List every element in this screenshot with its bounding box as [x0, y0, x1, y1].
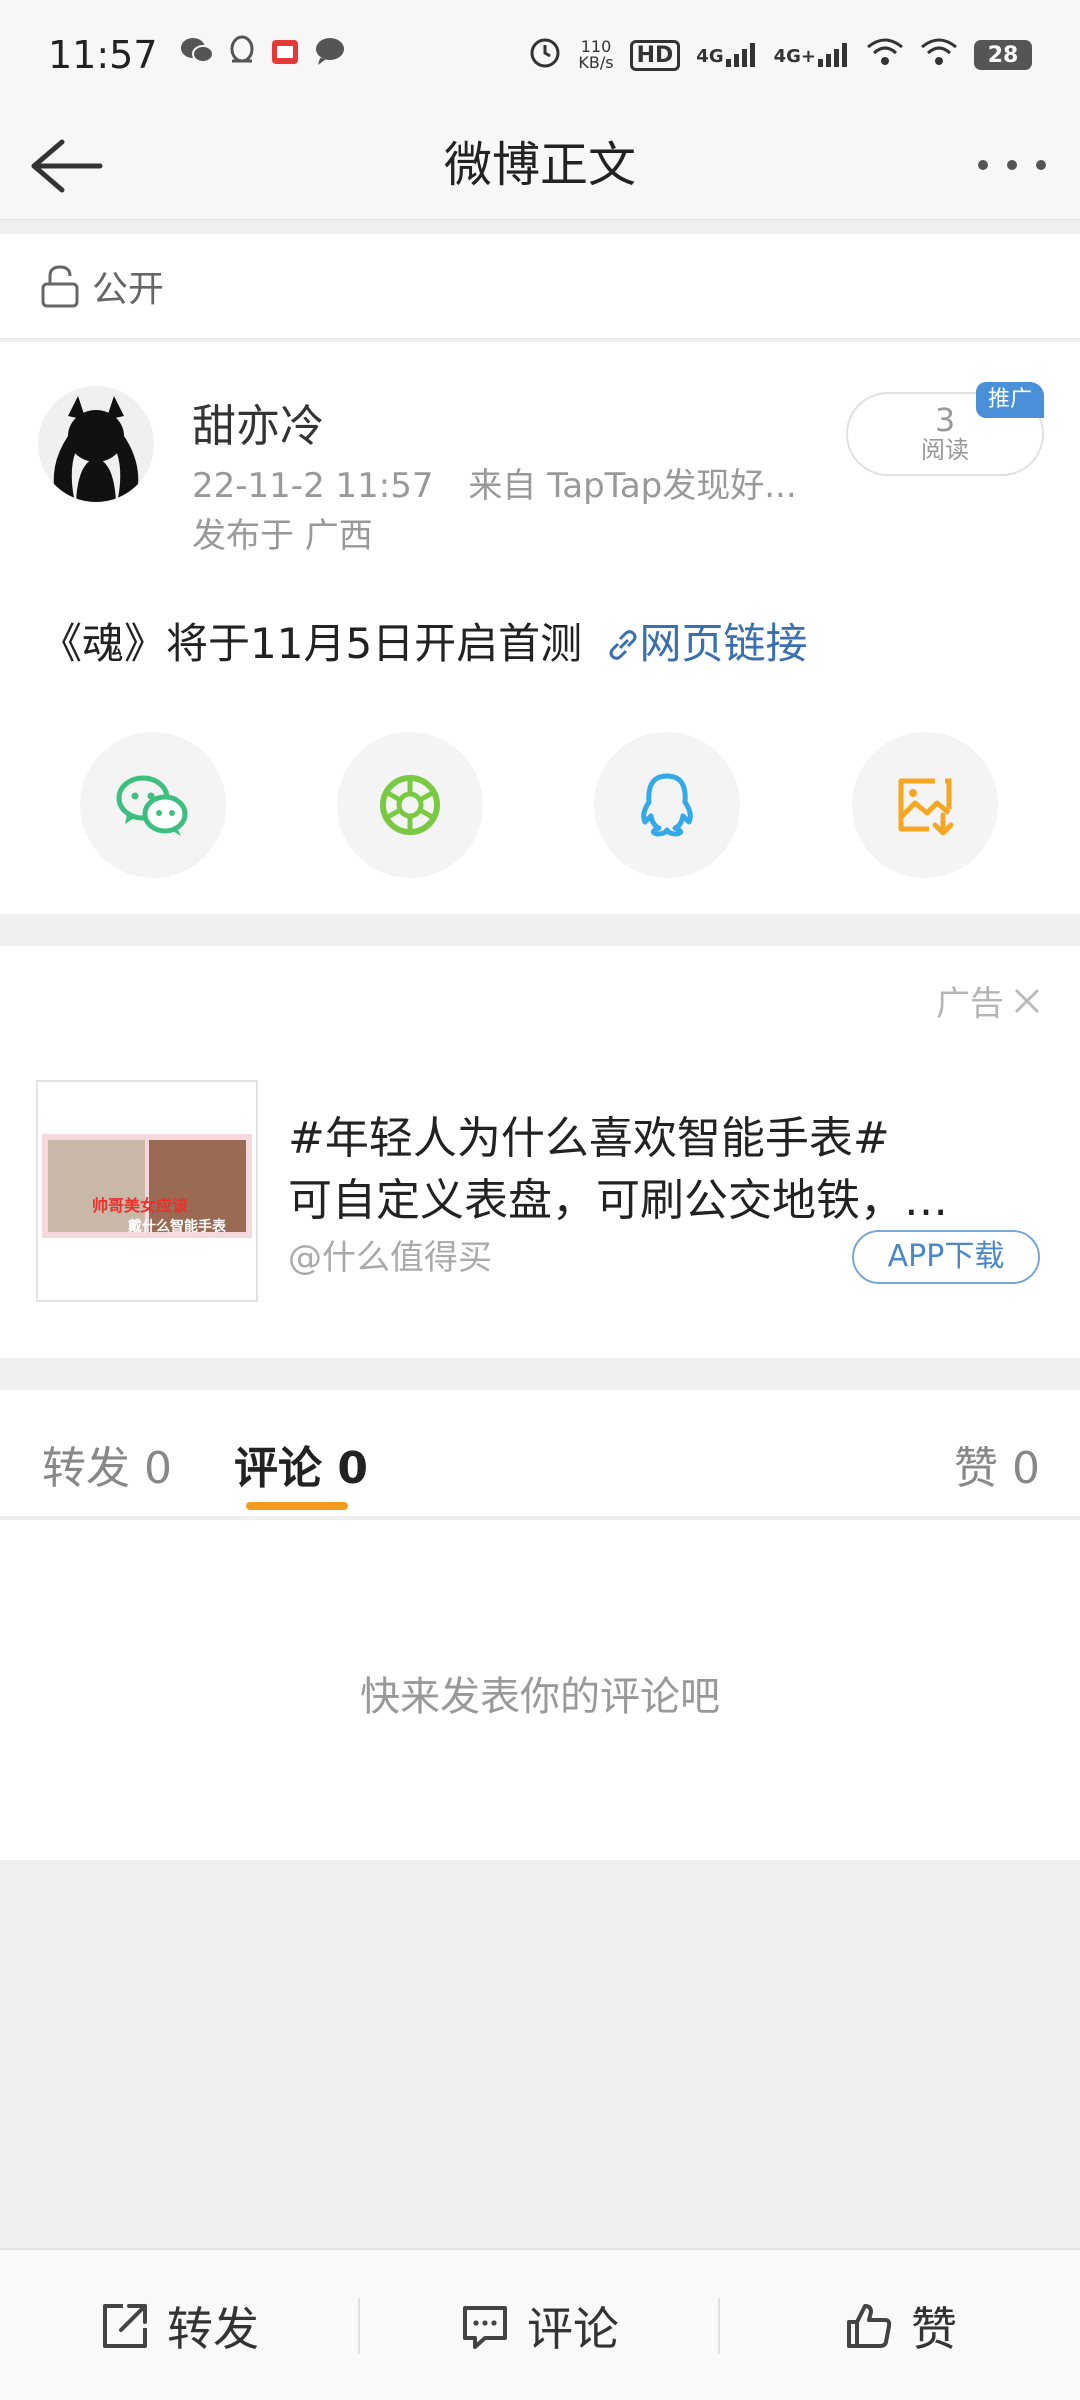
tab-repost[interactable]: 转发 0	[42, 1432, 172, 1496]
comment-icon	[463, 2306, 507, 2349]
post-source[interactable]: 来自 TapTap发现好...	[468, 466, 796, 506]
share-moments-button[interactable]	[337, 732, 483, 878]
net-speed-unit: KB/s	[578, 53, 614, 72]
moments-icon	[380, 775, 440, 835]
more-dot-icon	[1036, 160, 1046, 170]
share-out-icon	[103, 2304, 147, 2348]
active-tab-indicator	[246, 1502, 348, 1510]
app-notification-icon	[270, 36, 300, 74]
ad-thumb-caption-2: 戴什么智能手表	[128, 1219, 226, 1235]
signal-4g-plus: 4G+	[774, 43, 850, 67]
post-timestamp: 22-11-2 11:57	[192, 466, 434, 506]
wifi-hotspot-icon	[866, 37, 904, 74]
avatar-image	[38, 386, 154, 502]
ad-thumb-caption-1: 帅哥美女应该	[92, 1196, 189, 1215]
status-bar: 11:57 110 KB/s HD 4G 4G+ 28	[0, 0, 1080, 110]
ad-thumbnail[interactable]: 帅哥美女应该 戴什么智能手表	[36, 1080, 258, 1302]
qq-notification-icon	[228, 35, 256, 75]
battery-indicator: 28	[974, 40, 1032, 70]
read-label: 阅读	[921, 436, 969, 464]
ad-label[interactable]: 广告	[936, 976, 1042, 1025]
like-label: 赞	[911, 2302, 957, 2356]
page-title: 微博正文	[443, 137, 636, 193]
like-button[interactable]: 赞	[720, 2250, 1080, 2400]
post-location: 发布于 广西	[192, 516, 373, 556]
message-notification-icon	[314, 36, 346, 74]
post-card: 甜亦冷 22-11-2 11:57 来自 TapTap发现好... 发布于 广西…	[0, 342, 1080, 914]
signal-4g-label: 4G	[696, 46, 724, 67]
ad-label-text: 广告	[936, 984, 1004, 1024]
empty-comments-message: 快来发表你的评论吧	[360, 1674, 720, 1720]
status-indicators: 110 KB/s HD 4G 4G+ 28	[528, 35, 1032, 76]
avatar[interactable]	[38, 386, 154, 502]
alarm-icon	[528, 35, 562, 76]
visibility-row[interactable]: 公开	[0, 234, 1080, 340]
hd-icon: HD	[629, 39, 681, 71]
thumbs-up-icon	[847, 2304, 892, 2348]
close-icon[interactable]	[1012, 986, 1042, 1016]
post-meta: 22-11-2 11:57 来自 TapTap发现好...	[192, 458, 797, 507]
more-dot-icon	[1007, 160, 1017, 170]
ad-source: @什么值得买	[288, 1238, 492, 1278]
web-link-label: 网页链接	[639, 619, 808, 668]
engagement-tabs: 转发 0 评论 0 赞 0	[0, 1390, 1080, 1518]
net-speed: 110 KB/s	[578, 39, 613, 71]
unlock-icon	[40, 264, 80, 308]
post-text: 《魂》将于11月5日开启首测	[40, 619, 583, 668]
post-content: 《魂》将于11月5日开启首测 网页链接	[40, 610, 808, 671]
ad-title: #年轻人为什么喜欢智能手表#	[288, 1113, 890, 1164]
link-icon	[609, 630, 637, 660]
signal-4g: 4G	[696, 43, 757, 67]
comments-section: 快来发表你的评论吧	[0, 1520, 1080, 1860]
tab-comment[interactable]: 评论 0	[234, 1432, 368, 1496]
share-qq-button[interactable]	[594, 732, 740, 878]
wechat-notification-icon	[180, 36, 214, 74]
wifi-icon	[920, 37, 958, 74]
ad-card[interactable]: 广告 帅哥美女应该 戴什么智能手表 #年轻人为什么喜欢智能手表# 可自定义表盘，…	[0, 946, 1080, 1358]
comment-button[interactable]: 评论	[360, 2250, 718, 2400]
save-image-button[interactable]	[852, 732, 998, 878]
bottom-action-bar: 转发 评论 赞	[0, 2248, 1080, 2400]
share-wechat-button[interactable]	[80, 732, 226, 878]
notification-icons	[180, 35, 346, 75]
web-link[interactable]: 网页链接	[606, 619, 808, 668]
signal-4g-plus-label: 4G+	[773, 46, 816, 67]
status-time: 11:57	[48, 33, 158, 77]
qq-icon	[641, 773, 693, 837]
save-image-icon	[898, 778, 954, 836]
comment-label: 评论	[527, 2302, 619, 2356]
repost-label: 转发	[167, 2302, 259, 2356]
nav-header: 微博正文	[0, 110, 1080, 220]
tab-like[interactable]: 赞 0	[954, 1432, 1040, 1496]
repost-button[interactable]: 转发	[0, 2250, 358, 2400]
more-options-button[interactable]	[972, 140, 1052, 190]
visibility-label: 公开	[92, 269, 165, 310]
wechat-icon	[116, 775, 188, 836]
app-download-button[interactable]: APP下载	[852, 1230, 1040, 1284]
promote-badge[interactable]: 推广	[976, 382, 1044, 418]
ad-description: 可自定义表盘，可刷公交地铁，…	[288, 1175, 948, 1226]
username[interactable]: 甜亦冷	[192, 390, 324, 454]
share-row	[0, 732, 1080, 882]
more-dot-icon	[978, 160, 988, 170]
